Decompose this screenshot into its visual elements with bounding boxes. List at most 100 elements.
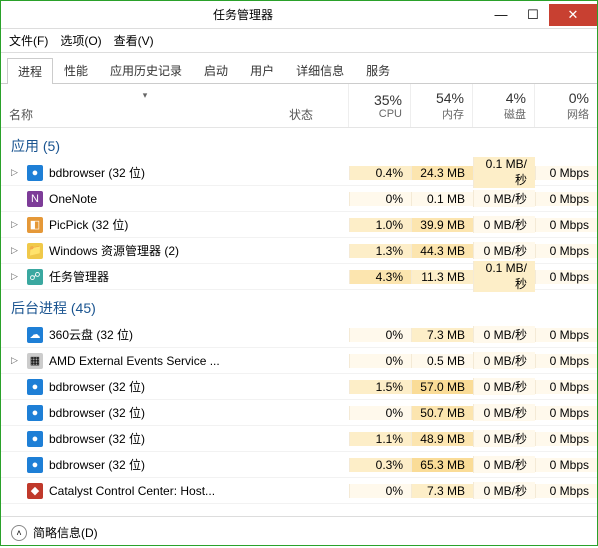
metric-net: 0 Mbps — [535, 328, 597, 342]
titlebar: 任务管理器 — ☐ ✕ — [1, 1, 597, 29]
col-header-status[interactable]: 状态 — [289, 84, 349, 127]
app-icon: 📁 — [27, 243, 43, 259]
expand-icon[interactable]: ▷ — [11, 355, 21, 366]
metric-net: 0 Mbps — [535, 380, 597, 394]
expand-icon[interactable]: ▷ — [11, 245, 21, 256]
metric-cpu: 0% — [349, 328, 411, 342]
metric-net: 0 Mbps — [535, 354, 597, 368]
expand-icon[interactable]: ▷ — [11, 271, 21, 282]
col-header-metric-0[interactable]: 35%CPU — [349, 84, 411, 127]
column-headers: ▾ 名称 状态 35%CPU54%内存4%磁盘0%网络 — [1, 84, 597, 128]
metric-disk: 0 MB/秒 — [473, 430, 535, 447]
process-row[interactable]: ●bdbrowser (32 位)0%50.7 MB0 MB/秒0 Mbps — [1, 400, 597, 426]
process-row[interactable]: ●bdbrowser (32 位)1.1%48.9 MB0 MB/秒0 Mbps — [1, 426, 597, 452]
menu-options[interactable]: 选项(O) — [60, 32, 101, 49]
metric-net: 0 Mbps — [535, 192, 597, 206]
metric-disk: 0 MB/秒 — [473, 242, 535, 259]
metric-net: 0 Mbps — [535, 484, 597, 498]
metric-mem: 48.9 MB — [411, 432, 473, 446]
metric-net: 0 Mbps — [535, 458, 597, 472]
app-icon: ▦ — [27, 353, 43, 369]
metric-mem: 7.3 MB — [411, 328, 473, 342]
metric-disk: 0.1 MB/秒 — [473, 157, 535, 188]
expand-icon[interactable]: ▷ — [11, 219, 21, 230]
metric-mem: 0.5 MB — [411, 354, 473, 368]
app-icon: ● — [27, 379, 43, 395]
tab-strip: 进程性能应用历史记录启动用户详细信息服务 — [1, 53, 597, 84]
process-row[interactable]: ▷◧PicPick (32 位)1.0%39.9 MB0 MB/秒0 Mbps — [1, 212, 597, 238]
minimize-button[interactable]: — — [485, 4, 517, 26]
sort-indicator-icon: ▾ — [143, 90, 148, 101]
process-list[interactable]: 应用 (5)▷●bdbrowser (32 位)0.4%24.3 MB0.1 M… — [1, 128, 597, 516]
metric-mem: 57.0 MB — [411, 380, 473, 394]
menu-file[interactable]: 文件(F) — [9, 32, 48, 49]
process-row[interactable]: ▷▦AMD External Events Service ...0%0.5 M… — [1, 348, 597, 374]
metric-disk: 0 MB/秒 — [473, 216, 535, 233]
metric-cpu: 1.0% — [349, 218, 411, 232]
metric-mem: 0.1 MB — [411, 192, 473, 206]
metric-disk: 0 MB/秒 — [473, 482, 535, 499]
metric-disk: 0 MB/秒 — [473, 326, 535, 343]
tab-1[interactable]: 性能 — [53, 57, 99, 83]
metric-net: 0 Mbps — [535, 432, 597, 446]
metric-disk: 0 MB/秒 — [473, 352, 535, 369]
tab-6[interactable]: 服务 — [355, 57, 401, 83]
process-name: bdbrowser (32 位) — [49, 456, 145, 473]
tab-4[interactable]: 用户 — [239, 57, 285, 83]
statusbar: ˄ 简略信息(D) — [1, 516, 597, 548]
metric-net: 0 Mbps — [535, 244, 597, 258]
metric-mem: 7.3 MB — [411, 484, 473, 498]
metric-cpu: 0.4% — [349, 166, 411, 180]
metric-mem: 50.7 MB — [411, 406, 473, 420]
col-header-metric-1[interactable]: 54%内存 — [411, 84, 473, 127]
app-icon: ● — [27, 405, 43, 421]
app-icon: ◧ — [27, 217, 43, 233]
app-icon: ☍ — [27, 269, 43, 285]
process-row[interactable]: ▷●bdbrowser (32 位)0.4%24.3 MB0.1 MB/秒0 M… — [1, 160, 597, 186]
process-row[interactable]: ☁360云盘 (32 位)0%7.3 MB0 MB/秒0 Mbps — [1, 322, 597, 348]
process-name: PicPick (32 位) — [49, 216, 128, 233]
tab-2[interactable]: 应用历史记录 — [99, 57, 193, 83]
tab-3[interactable]: 启动 — [193, 57, 239, 83]
metric-disk: 0 MB/秒 — [473, 404, 535, 421]
process-row[interactable]: ● bdbrowser (32 位) 0.3%65.3 MB0 MB/秒0 Mbps — [1, 452, 597, 478]
process-row[interactable]: NOneNote0%0.1 MB0 MB/秒0 Mbps — [1, 186, 597, 212]
maximize-button[interactable]: ☐ — [517, 4, 549, 26]
tab-0[interactable]: 进程 — [7, 58, 53, 84]
metric-cpu: 1.3% — [349, 244, 411, 258]
metric-cpu: 1.1% — [349, 432, 411, 446]
process-row[interactable]: ▷☍任务管理器4.3%11.3 MB0.1 MB/秒0 Mbps — [1, 264, 597, 290]
expand-icon[interactable]: ▷ — [11, 167, 21, 178]
metric-disk: 0 MB/秒 — [473, 378, 535, 395]
metric-mem: 65.3 MB — [411, 458, 473, 472]
process-name: Catalyst Control Center: Host... — [49, 484, 215, 498]
window-controls: — ☐ ✕ — [485, 4, 597, 26]
col-header-metric-3[interactable]: 0%网络 — [535, 84, 597, 127]
metric-net: 0 Mbps — [535, 270, 597, 284]
fewer-details-link[interactable]: 简略信息(D) — [33, 524, 98, 541]
tab-5[interactable]: 详细信息 — [285, 57, 355, 83]
metric-disk: 0 MB/秒 — [473, 456, 535, 473]
process-name: bdbrowser (32 位) — [49, 404, 145, 421]
process-name: 任务管理器 — [49, 268, 109, 285]
metric-mem: 44.3 MB — [411, 244, 473, 258]
menu-view[interactable]: 查看(V) — [114, 32, 154, 49]
metric-cpu: 0% — [349, 484, 411, 498]
metric-cpu: 0.3% — [349, 458, 411, 472]
app-icon: ● — [27, 457, 43, 473]
col-header-metric-2[interactable]: 4%磁盘 — [473, 84, 535, 127]
app-icon: ● — [27, 165, 43, 181]
metric-net: 0 Mbps — [535, 406, 597, 420]
metric-net: 0 Mbps — [535, 166, 597, 180]
process-name: 360云盘 (32 位) — [49, 326, 133, 343]
app-icon: N — [27, 191, 43, 207]
close-button[interactable]: ✕ — [549, 4, 597, 26]
col-header-name[interactable]: ▾ 名称 — [1, 84, 289, 127]
process-row[interactable]: ●bdbrowser (32 位)1.5%57.0 MB0 MB/秒0 Mbps — [1, 374, 597, 400]
process-row[interactable]: ◆Catalyst Control Center: Host...0%7.3 M… — [1, 478, 597, 504]
metric-cpu: 4.3% — [349, 270, 411, 284]
process-name: OneNote — [49, 192, 97, 206]
app-icon: ● — [27, 431, 43, 447]
chevron-up-icon[interactable]: ˄ — [11, 525, 27, 541]
metric-mem: 11.3 MB — [411, 270, 473, 284]
